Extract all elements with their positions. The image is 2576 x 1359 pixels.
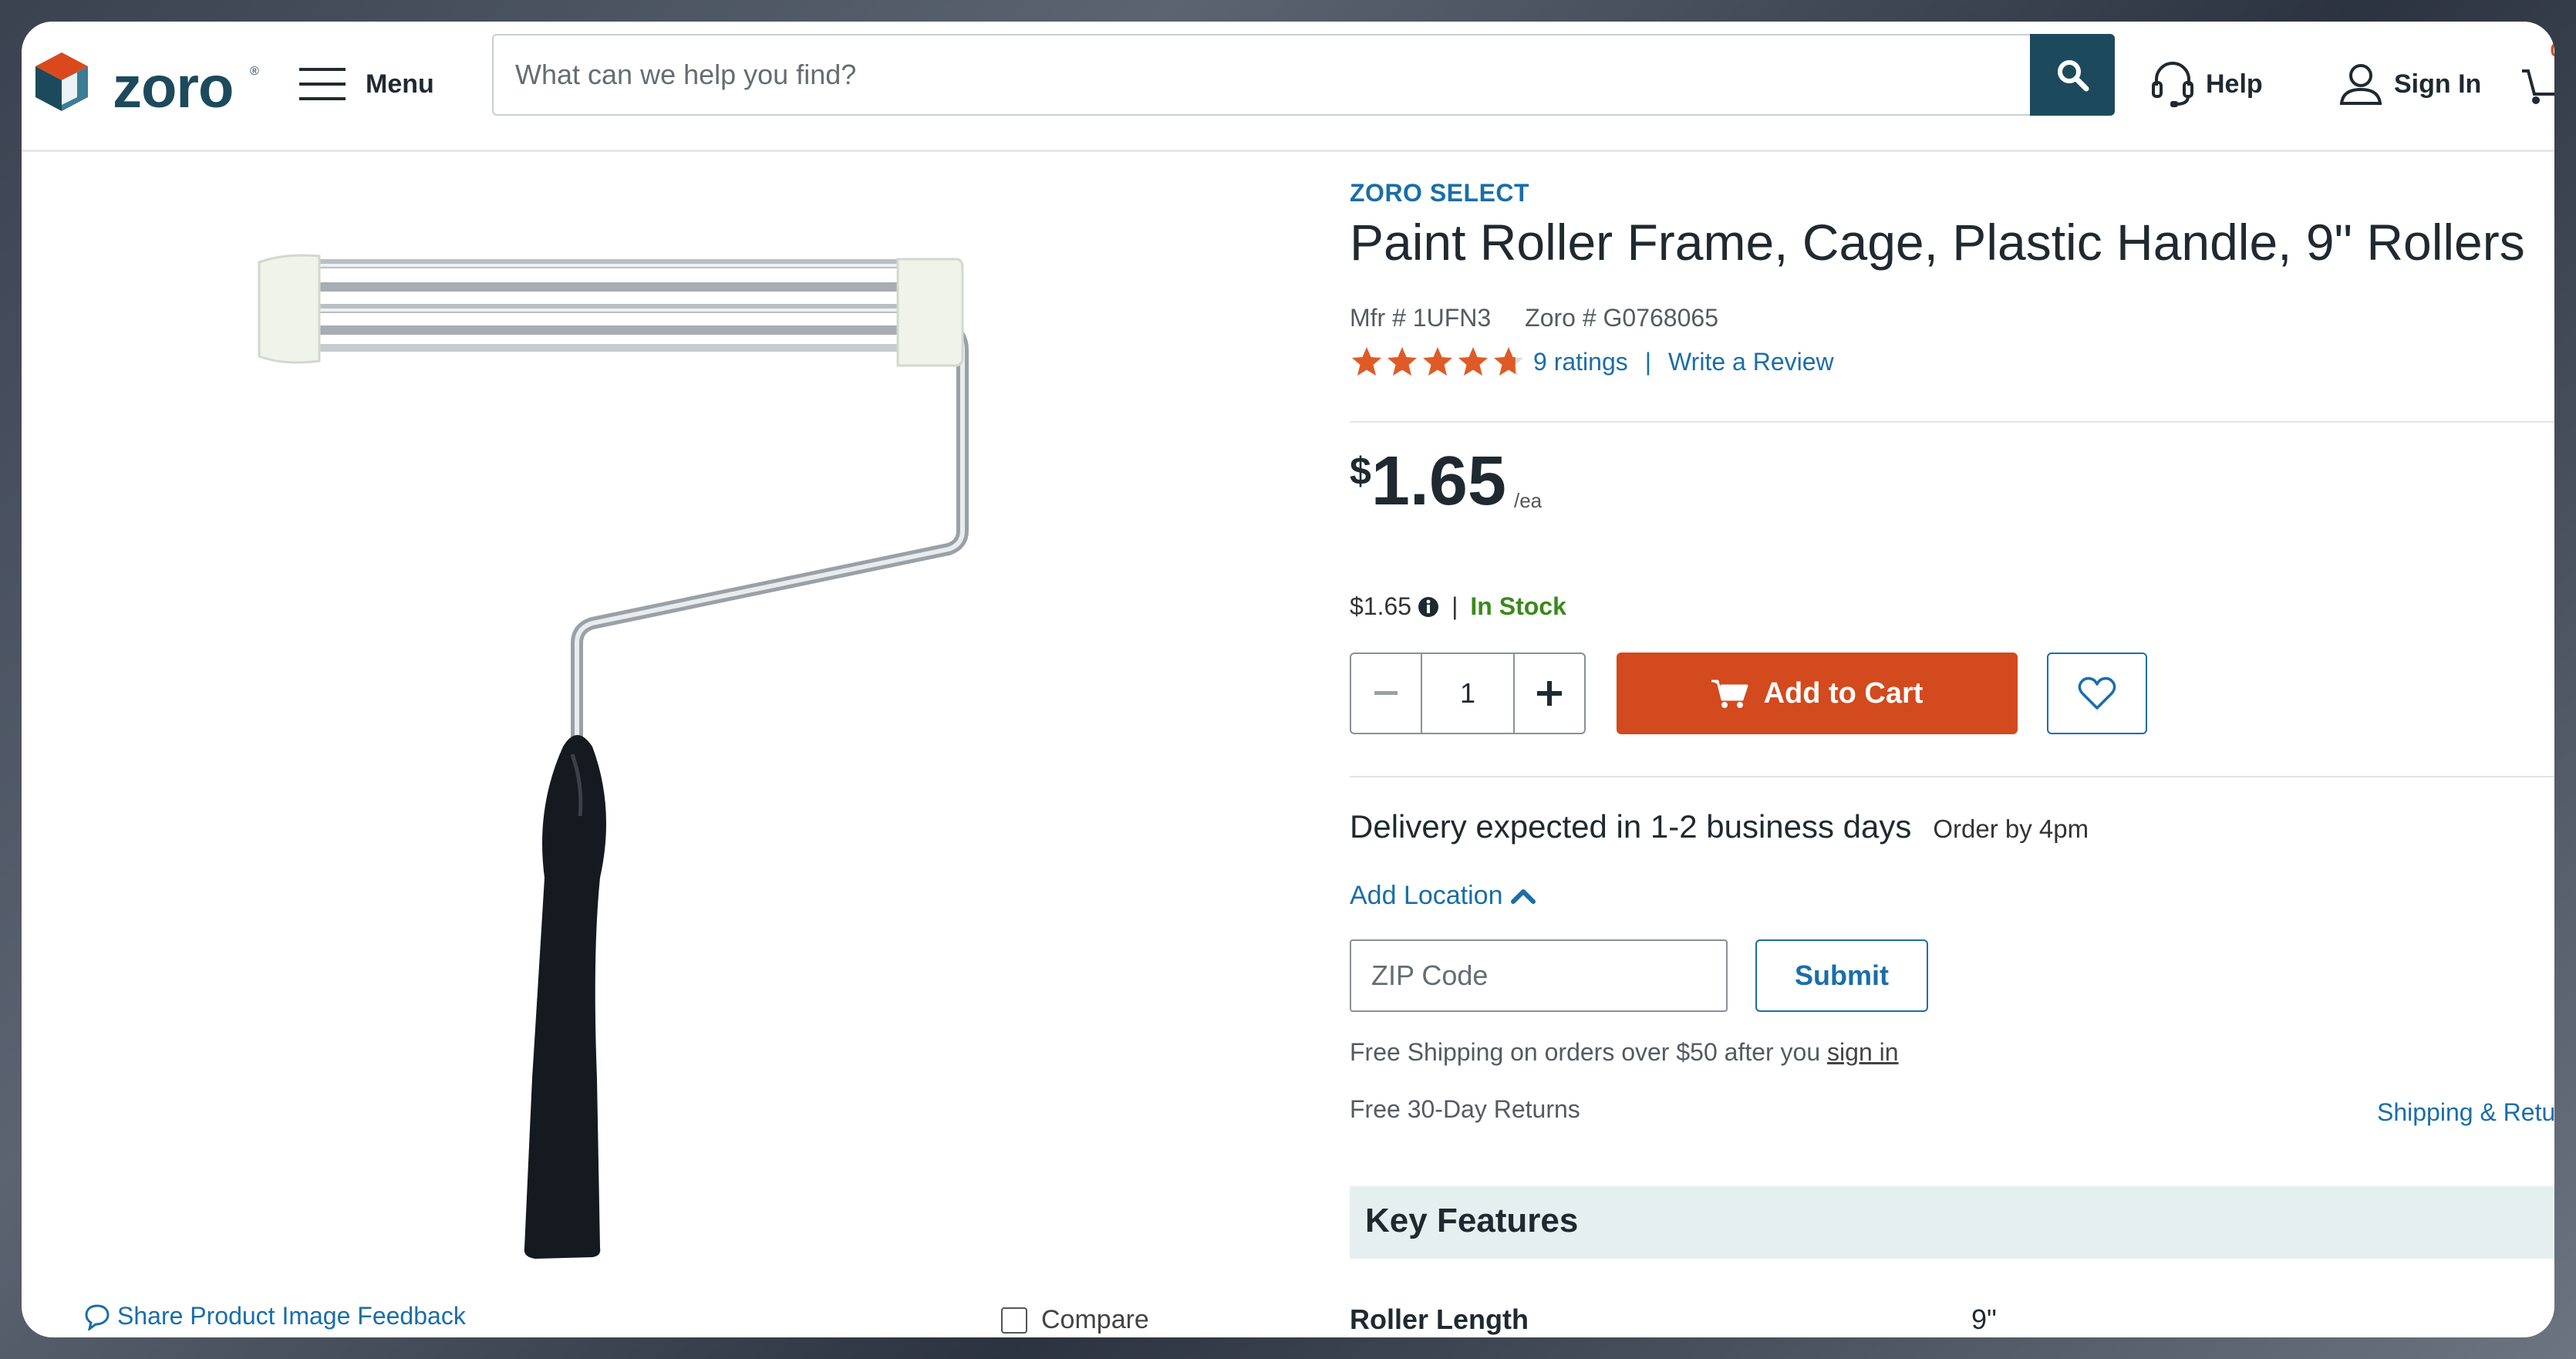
star-icon xyxy=(1494,347,1523,376)
info-icon[interactable] xyxy=(1418,596,1439,618)
free-returns-note: Free 30-Day Returns xyxy=(1350,1095,1580,1123)
key-features-title: Key Features xyxy=(1365,1202,1579,1239)
quantity-input[interactable] xyxy=(1422,654,1515,733)
price-currency: $ xyxy=(1350,450,1371,493)
stock-separator: | xyxy=(1452,592,1458,620)
unit-price: $1.65 xyxy=(1350,592,1412,620)
compare-label: Compare xyxy=(1041,1305,1149,1334)
price-value: 1.65 xyxy=(1371,443,1506,520)
compare-checkbox[interactable]: Compare xyxy=(1001,1305,1149,1335)
heart-icon xyxy=(2078,676,2116,710)
mfr-number: Mfr # 1UFN3 xyxy=(1350,304,1492,332)
share-image-feedback-link[interactable]: Share Product Image Feedback xyxy=(83,1302,466,1330)
add-location-toggle[interactable]: Add Location xyxy=(1350,881,1536,911)
star-icon xyxy=(1458,347,1488,376)
roller-handle xyxy=(524,735,606,1259)
divider xyxy=(1350,421,2554,423)
ratings-link[interactable]: 9 ratings xyxy=(1533,348,1628,376)
quantity-stepper xyxy=(1350,653,1586,734)
hamburger-icon xyxy=(299,68,346,100)
left-end-cap xyxy=(258,254,321,364)
write-review-link[interactable]: Write a Review xyxy=(1668,348,1834,376)
spec-label: Roller Length xyxy=(1350,1303,1529,1335)
cart-icon xyxy=(1711,680,1748,708)
zoro-number: Zoro # G0768065 xyxy=(1525,304,1718,332)
chat-bubble-icon xyxy=(85,1303,110,1330)
browser-window: zoro ® Menu What can we help you find? H… xyxy=(22,22,2554,1337)
add-to-cart-button[interactable]: Add to Cart xyxy=(1617,653,2018,734)
add-to-list-button[interactable] xyxy=(2047,653,2147,734)
free-shipping-text: Free Shipping on orders over $50 after y… xyxy=(1350,1038,1828,1066)
star-icon xyxy=(1352,347,1381,376)
brand-link[interactable]: ZORO SELECT xyxy=(1350,179,1529,207)
logo-wordmark: zoro xyxy=(113,55,234,120)
product-title: Paint Roller Frame, Cage, Plastic Handle… xyxy=(1350,214,2525,271)
shipping-returns-link[interactable]: Shipping & Retu xyxy=(2377,1098,2554,1127)
stock-status: In Stock xyxy=(1470,592,1566,620)
product-details: ZORO SELECT Paint Roller Frame, Cage, Pl… xyxy=(1350,22,2554,1337)
product-image[interactable] xyxy=(253,214,1024,1279)
sign-in-link[interactable]: sign in xyxy=(1827,1038,1899,1066)
share-feedback-label: Share Product Image Feedback xyxy=(117,1302,466,1330)
minus-icon xyxy=(1374,691,1398,695)
decrease-quantity-button[interactable] xyxy=(1351,654,1422,733)
order-by: Order by 4pm xyxy=(1933,814,2089,843)
zip-code-input[interactable] xyxy=(1350,939,1728,1012)
product-ids: Mfr # 1UFN3 Zoro # G0768065 xyxy=(1350,304,1718,332)
rating-row: 9 ratings | Write a Review xyxy=(1350,346,1834,378)
add-location-label: Add Location xyxy=(1350,881,1503,910)
right-end-cap xyxy=(896,258,964,367)
logo-cube-icon xyxy=(35,52,88,111)
price-unit: /ea xyxy=(1513,489,1543,512)
menu-label: Menu xyxy=(366,69,434,99)
menu-button[interactable]: Menu xyxy=(299,59,434,110)
compare-box[interactable] xyxy=(1001,1307,1027,1334)
rating-separator: | xyxy=(1644,347,1652,376)
roller-cage xyxy=(299,259,901,352)
increase-quantity-button[interactable] xyxy=(1515,654,1584,733)
zip-submit-button[interactable]: Submit xyxy=(1755,939,1928,1012)
divider xyxy=(1350,776,2554,777)
spec-value: 9" xyxy=(1971,1303,1997,1335)
add-to-cart-label: Add to Cart xyxy=(1763,676,1924,710)
key-features-header: Key Features xyxy=(1350,1186,2554,1259)
star-rating[interactable] xyxy=(1350,346,1526,378)
stock-row: $1.65 | In Stock xyxy=(1350,592,1566,621)
price: $ 1.65 /ea xyxy=(1350,443,1542,520)
star-icon xyxy=(1423,347,1452,376)
free-shipping-note: Free Shipping on orders over $50 after y… xyxy=(1350,1038,1899,1067)
plus-icon xyxy=(1537,681,1562,706)
star-icon xyxy=(1387,347,1417,376)
zoro-logo[interactable]: zoro ® xyxy=(32,45,279,122)
chevron-up-icon xyxy=(1510,889,1536,904)
registered-mark: ® xyxy=(250,65,259,78)
delivery-estimate: Delivery expected in 1-2 business days xyxy=(1350,808,1912,845)
delivery-info: Delivery expected in 1-2 business days O… xyxy=(1350,808,2089,845)
